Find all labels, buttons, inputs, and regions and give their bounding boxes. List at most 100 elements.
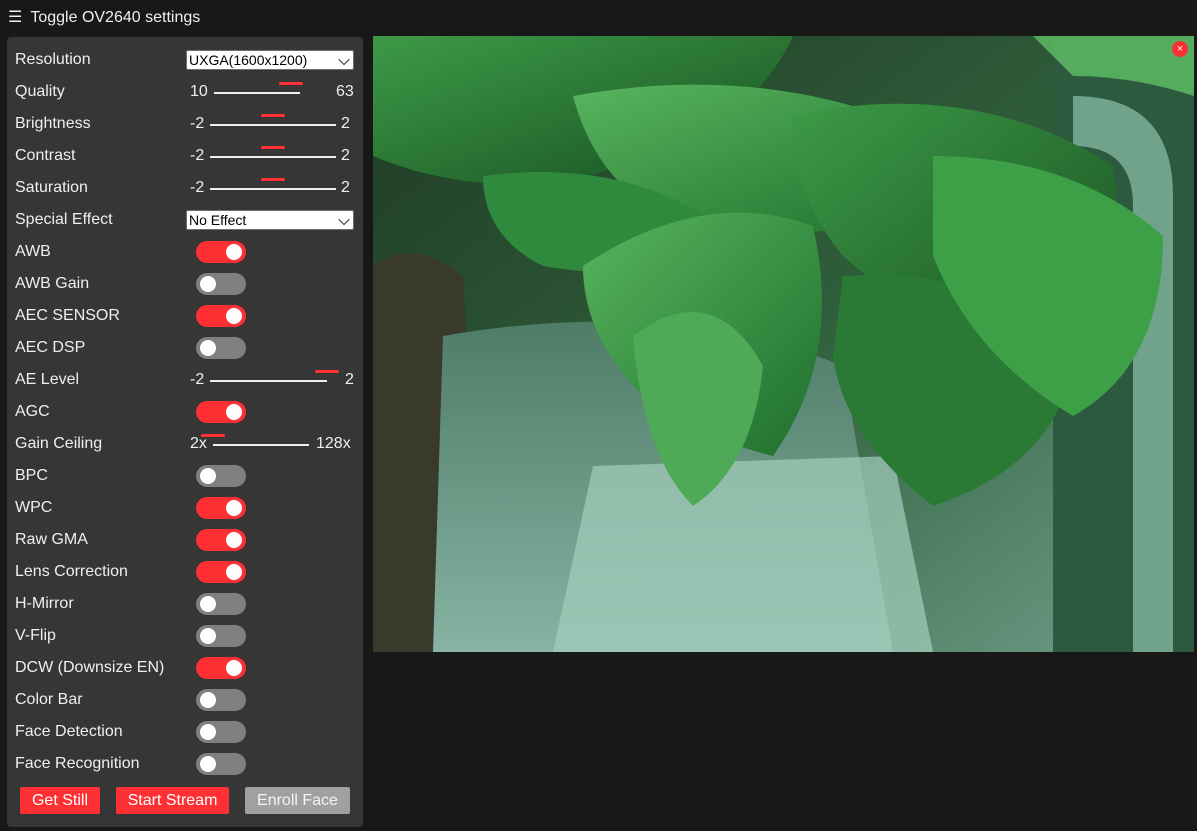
toggle-knob xyxy=(226,404,242,420)
awb-toggle[interactable] xyxy=(196,241,246,263)
toggle-knob xyxy=(226,564,242,580)
face-recognition-label: Face Recognition xyxy=(15,755,140,772)
brightness-slider[interactable] xyxy=(210,114,336,126)
wpc-row: WPC xyxy=(15,492,355,524)
toggle-knob xyxy=(200,276,216,292)
gain-ceiling-slider-thumb[interactable] xyxy=(201,434,225,437)
stream-view: × xyxy=(373,36,1194,652)
start-stream-button[interactable]: Start Stream xyxy=(116,787,229,814)
get-still-button[interactable]: Get Still xyxy=(20,787,100,814)
saturation-row: Saturation -2 2 xyxy=(15,172,355,204)
toggle-knob xyxy=(200,628,216,644)
camera-frame-image xyxy=(373,36,1194,652)
face-detection-label: Face Detection xyxy=(15,723,123,740)
raw-gma-label: Raw GMA xyxy=(15,531,88,548)
bpc-label: BPC xyxy=(15,467,48,484)
contrast-slider-thumb[interactable] xyxy=(261,146,285,149)
raw-gma-toggle[interactable] xyxy=(196,529,246,551)
toggle-knob xyxy=(200,468,216,484)
raw-gma-row: Raw GMA xyxy=(15,524,355,556)
agc-row: AGC xyxy=(15,396,355,428)
awb-label: AWB xyxy=(15,243,51,260)
saturation-slider[interactable] xyxy=(210,178,336,190)
special-effect-row: Special Effect No Effect xyxy=(15,204,355,236)
quality-max: 63 xyxy=(336,83,354,100)
aec-dsp-toggle[interactable] xyxy=(196,337,246,359)
brightness-row: Brightness -2 2 xyxy=(15,108,355,140)
bpc-toggle[interactable] xyxy=(196,465,246,487)
toggle-knob xyxy=(200,756,216,772)
contrast-slider[interactable] xyxy=(210,146,336,158)
face-recognition-toggle[interactable] xyxy=(196,753,246,775)
toggle-knob xyxy=(226,660,242,676)
lens-correction-toggle[interactable] xyxy=(196,561,246,583)
agc-label: AGC xyxy=(15,403,50,420)
ae-level-row: AE Level -2 2 xyxy=(15,364,355,396)
settings-panel: Resolution UXGA(1600x1200) Quality 10 63… xyxy=(7,37,363,827)
resolution-label: Resolution xyxy=(15,51,91,68)
hamburger-icon[interactable]: ☰ xyxy=(8,10,22,26)
gain-ceiling-max: 128x xyxy=(316,435,351,452)
face-detection-row: Face Detection xyxy=(15,716,355,748)
gain-ceiling-min: 2x xyxy=(190,435,207,452)
awb-gain-toggle[interactable] xyxy=(196,273,246,295)
quality-row: Quality 10 63 xyxy=(15,76,355,108)
toggle-knob xyxy=(200,724,216,740)
bpc-row: BPC xyxy=(15,460,355,492)
toggle-knob xyxy=(226,308,242,324)
ae-level-label: AE Level xyxy=(15,371,80,388)
dcw-toggle[interactable] xyxy=(196,657,246,679)
face-recognition-row: Face Recognition xyxy=(15,748,355,780)
brightness-label: Brightness xyxy=(15,115,91,132)
face-detection-toggle[interactable] xyxy=(196,721,246,743)
quality-slider-thumb[interactable] xyxy=(279,82,304,85)
gain-ceiling-slider[interactable] xyxy=(201,434,309,446)
saturation-slider-thumb[interactable] xyxy=(261,178,285,181)
toggle-settings-label[interactable]: Toggle OV2640 settings xyxy=(30,9,200,27)
colorbar-toggle[interactable] xyxy=(196,689,246,711)
toggle-knob xyxy=(200,340,216,356)
brightness-slider-thumb[interactable] xyxy=(261,114,285,117)
hmirror-toggle[interactable] xyxy=(196,593,246,615)
special-effect-label: Special Effect xyxy=(15,211,113,228)
wpc-toggle[interactable] xyxy=(196,497,246,519)
toggle-knob xyxy=(226,500,242,516)
contrast-row: Contrast -2 2 xyxy=(15,140,355,172)
colorbar-label: Color Bar xyxy=(15,691,83,708)
top-bar: ☰ Toggle OV2640 settings xyxy=(0,0,1197,36)
aec-dsp-row: AEC DSP xyxy=(15,332,355,364)
toggle-knob xyxy=(226,532,242,548)
brightness-min: -2 xyxy=(190,115,205,132)
contrast-max: 2 xyxy=(341,147,350,164)
lens-correction-row: Lens Correction xyxy=(15,556,355,588)
toggle-knob xyxy=(200,596,216,612)
close-icon[interactable]: × xyxy=(1172,41,1188,57)
special-effect-select[interactable]: No Effect xyxy=(186,210,354,230)
gain-ceiling-label: Gain Ceiling xyxy=(15,435,103,452)
aec-sensor-toggle[interactable] xyxy=(196,305,246,327)
hmirror-row: H-Mirror xyxy=(15,588,355,620)
vflip-toggle[interactable] xyxy=(196,625,246,647)
contrast-label: Contrast xyxy=(15,147,76,164)
toggle-knob xyxy=(226,244,242,260)
aec-dsp-label: AEC DSP xyxy=(15,339,86,356)
quality-min: 10 xyxy=(190,83,208,100)
resolution-select[interactable]: UXGA(1600x1200) xyxy=(186,50,354,70)
ae-level-slider[interactable] xyxy=(210,370,339,382)
hmirror-label: H-Mirror xyxy=(15,595,74,612)
wpc-label: WPC xyxy=(15,499,53,516)
agc-toggle[interactable] xyxy=(196,401,246,423)
contrast-min: -2 xyxy=(190,147,205,164)
saturation-max: 2 xyxy=(341,179,350,196)
ae-level-slider-thumb[interactable] xyxy=(315,370,339,373)
dcw-label: DCW (Downsize EN) xyxy=(15,659,165,676)
awb-row: AWB xyxy=(15,236,355,268)
quality-slider[interactable] xyxy=(214,82,304,94)
vflip-label: V-Flip xyxy=(15,627,56,644)
gain-ceiling-row: Gain Ceiling 2x 128x xyxy=(15,428,355,460)
enroll-face-button[interactable]: Enroll Face xyxy=(245,787,350,814)
ae-level-min: -2 xyxy=(190,371,205,388)
saturation-min: -2 xyxy=(190,179,205,196)
awb-gain-label: AWB Gain xyxy=(15,275,90,292)
dcw-row: DCW (Downsize EN) xyxy=(15,652,355,684)
